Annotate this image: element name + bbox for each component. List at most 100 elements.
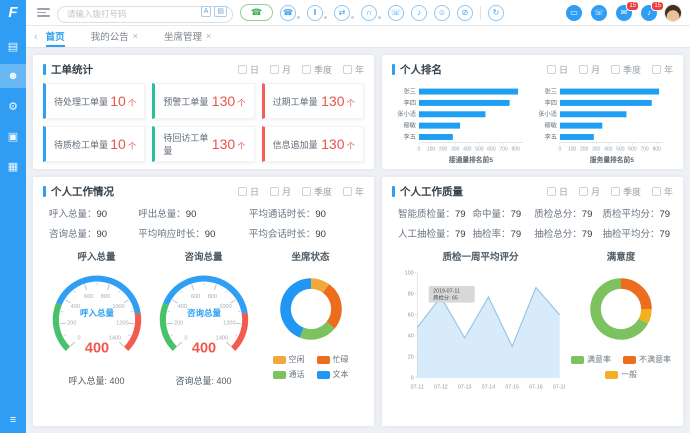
checkbox[interactable] [238, 65, 247, 74]
dropdown-dot-icon[interactable] [351, 16, 354, 19]
checkbox[interactable] [547, 65, 556, 74]
bar-chart-service-ranking[interactable]: 张三李四张小适穆敏李五0100200300400500600700800服务量排… [533, 83, 674, 164]
checkbox[interactable] [611, 187, 620, 196]
sidebar-item-business[interactable]: ▣ [0, 124, 26, 148]
svg-text:400: 400 [191, 340, 215, 356]
donut-title: 满意度 [607, 249, 636, 263]
call-transfer-icon[interactable]: ☎ [280, 5, 300, 21]
call-button[interactable]: ☎ [240, 4, 273, 21]
tab-首页[interactable]: 首页 [46, 26, 65, 47]
search-inline-icons: A▤ [201, 6, 227, 17]
tabs-scroll-left-icon[interactable]: ‹ [26, 26, 46, 47]
legend-item[interactable]: 忙碌 [317, 354, 349, 365]
work-quality-stats: 智能质检量：79命中量：79质检总分：79质检平均分：79人工抽检量：79抽检率… [392, 205, 673, 247]
checkbox[interactable] [652, 65, 661, 74]
agent-icon[interactable]: ☺ [434, 5, 450, 21]
card-label: 待质检工单量 [54, 138, 108, 151]
dropdown-dot-icon[interactable] [378, 16, 381, 19]
sidebar-item-workorders[interactable]: ▤ [0, 34, 26, 58]
filter-quarter[interactable]: 季度 [302, 63, 332, 76]
tab-close-icon[interactable]: × [133, 31, 138, 41]
monitor-icon[interactable]: ▭ [566, 5, 582, 21]
filter-month[interactable]: 月 [579, 63, 600, 76]
stat-label: 智能质检量： [398, 209, 455, 220]
dialpad-icon[interactable]: A [201, 6, 212, 17]
checkbox[interactable] [652, 187, 661, 196]
sidebar-item-agent[interactable]: ☻ [0, 64, 26, 88]
phone-icon[interactable]: ☏ [388, 5, 404, 21]
audio-icon[interactable]: ♪ [411, 5, 427, 21]
sidebar-item-settings[interactable]: ⚙ [0, 94, 26, 118]
legend-item[interactable]: 通话 [273, 369, 305, 380]
area-chart-weekly-score[interactable]: 02040608010007-1107-1207-1307-1407-1507-… [396, 264, 566, 392]
work-order-card: 待质检工单量10个 [43, 126, 145, 162]
speaker-icon[interactable]: ♪15 [641, 5, 657, 21]
contacts-icon[interactable]: ▤ [214, 6, 227, 17]
message-icon[interactable]: ✉15 [616, 5, 632, 21]
svg-text:400: 400 [84, 340, 108, 356]
filter-year[interactable]: 年 [652, 185, 673, 198]
checkbox[interactable] [343, 65, 352, 74]
filter-year[interactable]: 年 [343, 63, 364, 76]
tab-坐席管理[interactable]: 坐席管理× [164, 26, 211, 47]
user-avatar[interactable] [664, 4, 682, 22]
stat-item: 呼入总量：90 [49, 206, 134, 220]
filter-month[interactable]: 月 [270, 185, 291, 198]
svg-text:100: 100 [427, 146, 436, 152]
checkbox[interactable] [238, 187, 247, 196]
phone-down-icon[interactable]: ☏ [591, 5, 607, 21]
filter-day[interactable]: 日 [547, 63, 568, 76]
checkbox[interactable] [579, 187, 588, 196]
legend-item[interactable]: 一般 [605, 369, 637, 380]
checkbox[interactable] [302, 65, 311, 74]
filter-label: 年 [355, 185, 364, 198]
filter-month[interactable]: 月 [579, 185, 600, 198]
hold-icon[interactable]: ‖ [307, 5, 327, 21]
app-logo[interactable]: F [0, 0, 26, 26]
checkbox[interactable] [270, 187, 279, 196]
panel-accent-bar [392, 64, 395, 75]
checkbox[interactable] [611, 65, 620, 74]
sidebar-item-reports[interactable]: ▦ [0, 154, 26, 178]
legend-item[interactable]: 不满意率 [623, 354, 671, 365]
filter-label: 年 [664, 185, 673, 198]
time-filter-group: 日月季度 年 [238, 185, 364, 198]
checkbox[interactable] [343, 187, 352, 196]
legend-item[interactable]: 满意率 [571, 354, 611, 365]
legend-item[interactable]: 空闲 [273, 354, 305, 365]
checkbox[interactable] [579, 65, 588, 74]
svg-text:800: 800 [100, 294, 109, 300]
svg-text:600: 600 [84, 294, 93, 300]
filter-year[interactable]: 年 [652, 63, 673, 76]
filter-year[interactable]: 年 [343, 185, 364, 198]
card-unit: 个 [237, 98, 246, 108]
checkbox[interactable] [302, 187, 311, 196]
filter-quarter[interactable]: 季度 [611, 63, 641, 76]
history-icon[interactable]: ↻ [488, 5, 504, 21]
svg-text:300: 300 [451, 146, 460, 152]
filter-quarter[interactable]: 季度 [611, 185, 641, 198]
menu-toggle-icon[interactable] [37, 8, 50, 17]
conference-icon[interactable]: ⇄ [334, 5, 354, 21]
tab-close-icon[interactable]: × [206, 31, 211, 41]
filter-day[interactable]: 日 [238, 185, 259, 198]
panel-title: 工单统计 [51, 62, 93, 77]
stat-item: 抽检总分：79 [534, 226, 598, 240]
dnd-icon[interactable]: ⊘ [457, 5, 473, 21]
dropdown-dot-icon[interactable] [297, 16, 300, 19]
collapse-menu-icon[interactable]: ≡ [10, 414, 16, 433]
filter-day[interactable]: 日 [547, 185, 568, 198]
headset-icon[interactable]: ∩ [361, 5, 381, 21]
tab-我的公告[interactable]: 我的公告× [91, 26, 138, 47]
checkbox[interactable] [270, 65, 279, 74]
filter-quarter[interactable]: 季度 [302, 185, 332, 198]
filter-day[interactable]: 日 [238, 63, 259, 76]
filter-label: 日 [559, 185, 568, 198]
legend-item[interactable]: 文本 [317, 369, 349, 380]
toolbar-divider [480, 6, 481, 20]
dropdown-dot-icon[interactable] [324, 16, 327, 19]
checkbox[interactable] [547, 187, 556, 196]
filter-month[interactable]: 月 [270, 63, 291, 76]
stat-value: 79 [511, 209, 522, 220]
bar-chart-call-connect-ranking[interactable]: 张三李四张小适穆敏李五0100200300400500600700800接通量排… [392, 83, 533, 164]
